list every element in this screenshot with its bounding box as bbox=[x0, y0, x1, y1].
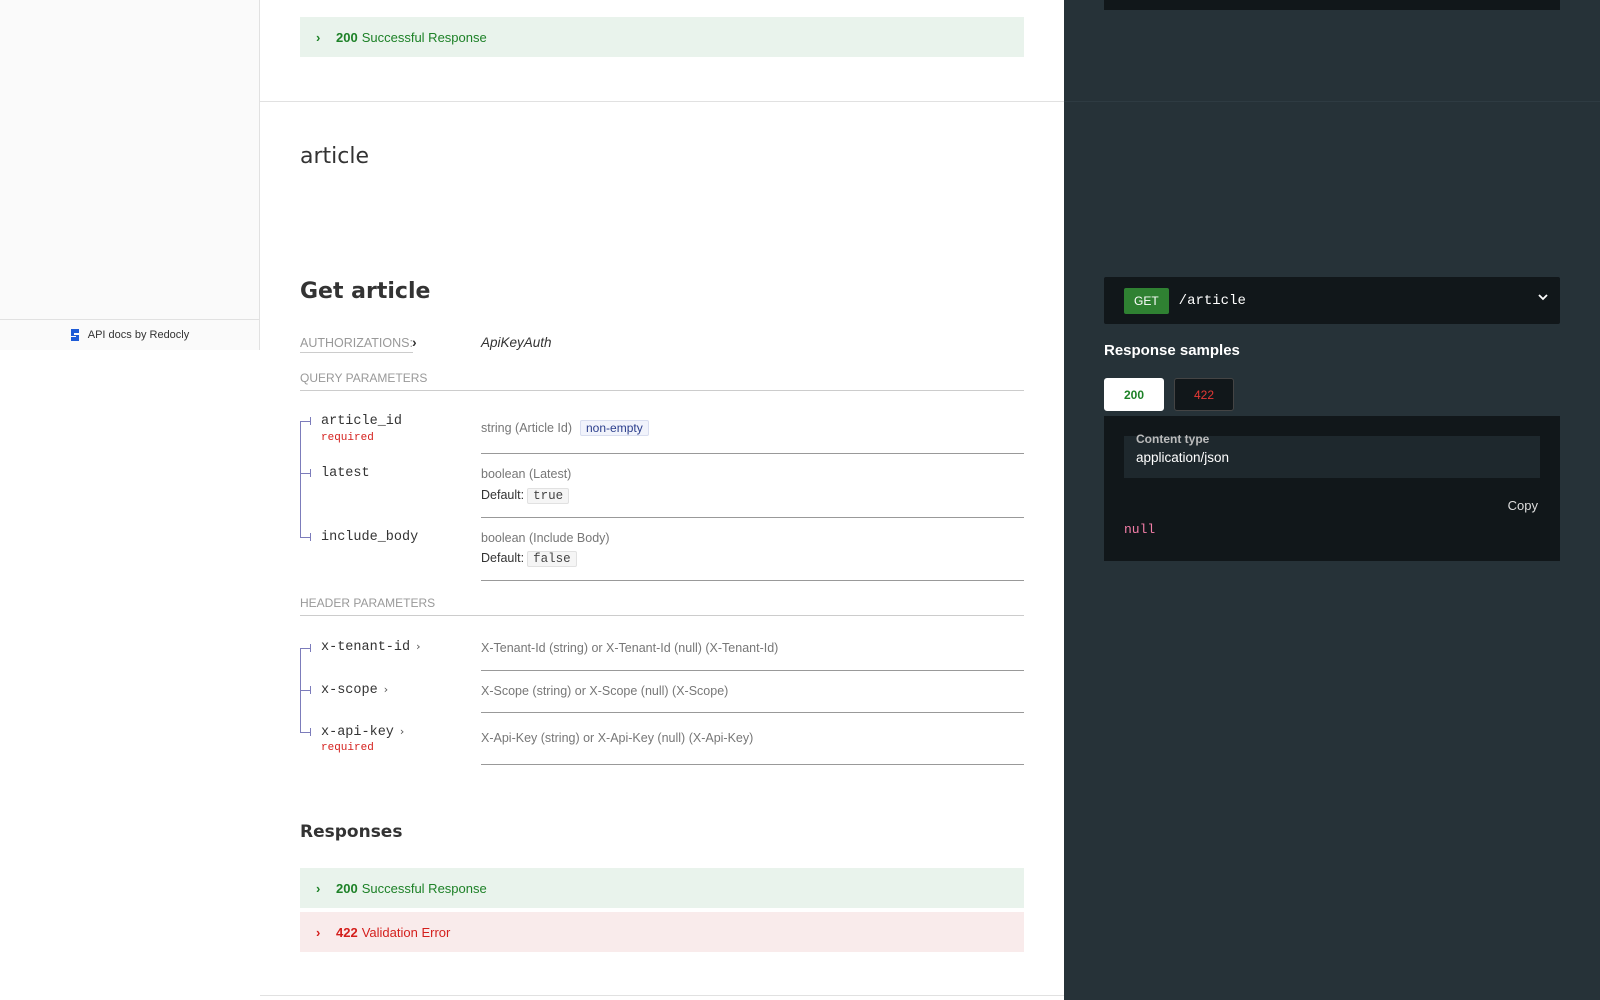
authorizations-toggle[interactable]: Authorizations: bbox=[300, 336, 413, 353]
chevron-right-icon: › bbox=[316, 924, 321, 940]
response-200[interactable]: › 200 Successful Response bbox=[300, 868, 1024, 908]
tree-branch-end bbox=[310, 469, 311, 477]
chevron-right-icon: › bbox=[416, 640, 421, 653]
redocly-credit-text: API docs by Redocly bbox=[87, 329, 190, 341]
param-type: X-Tenant-Id (string) or X-Tenant-Id (nul… bbox=[481, 641, 779, 655]
response-label: Successful Response bbox=[361, 29, 487, 45]
param-type: string (Article Id) non-empty bbox=[481, 420, 649, 436]
content-type-value[interactable]: application/json bbox=[1136, 450, 1229, 465]
row-divider bbox=[481, 517, 1024, 518]
param-type: boolean (Latest) bbox=[481, 467, 572, 481]
content-type-label: Content type bbox=[1136, 432, 1210, 446]
param-type: X-Scope (string) or X-Scope (null) (X-Sc… bbox=[481, 684, 729, 698]
response-200-previous[interactable]: › 200 Successful Response bbox=[300, 17, 1024, 57]
responses-heading: Responses bbox=[300, 822, 403, 842]
param-default: Default: false bbox=[481, 551, 577, 567]
row-divider bbox=[481, 670, 1024, 671]
sample-json-value: null bbox=[1124, 522, 1156, 537]
http-method-badge: GET bbox=[1124, 287, 1169, 314]
row-divider bbox=[481, 453, 1024, 454]
param-required-badge: required bbox=[321, 432, 374, 444]
content-type-selector[interactable]: Content type application/json bbox=[1124, 432, 1540, 478]
tag-title: article bbox=[300, 144, 370, 169]
endpoint-dropdown[interactable]: GET /article bbox=[1104, 277, 1560, 324]
param-type: boolean (Include Body) bbox=[481, 531, 610, 545]
param-type: X-Api-Key (string) or X-Api-Key (null) (… bbox=[481, 731, 754, 745]
panel-divider bbox=[1064, 101, 1600, 102]
response-label: Validation Error bbox=[361, 924, 451, 940]
tree-branch bbox=[300, 473, 310, 474]
sample-tab-422[interactable]: 422 bbox=[1174, 378, 1234, 411]
param-name-latest: latest bbox=[321, 466, 370, 481]
row-divider bbox=[481, 764, 1024, 765]
tree-branch bbox=[300, 732, 310, 733]
chevron-right-icon[interactable]: › bbox=[412, 334, 417, 350]
tree-branch-end bbox=[310, 533, 311, 541]
param-name-text: x-tenant-id bbox=[321, 640, 411, 655]
param-constraint-badge: non-empty bbox=[580, 420, 649, 436]
chevron-right-icon: › bbox=[316, 880, 321, 896]
response-code: 422 bbox=[336, 924, 358, 940]
tree-branch bbox=[300, 537, 310, 538]
section-divider bbox=[260, 101, 1064, 102]
tree-branch-end bbox=[310, 644, 311, 652]
header-parameters-heading: Header Parameters bbox=[300, 596, 1024, 616]
param-name-include-body: include_body bbox=[321, 530, 419, 545]
param-default-value: true bbox=[527, 488, 570, 504]
operation-title: Get article bbox=[300, 279, 431, 304]
response-422[interactable]: › 422 Validation Error bbox=[300, 912, 1024, 952]
tree-branch bbox=[300, 648, 310, 649]
row-divider bbox=[481, 712, 1024, 713]
param-type-text: string (Article Id) bbox=[481, 421, 572, 435]
param-name-text: x-scope bbox=[321, 683, 378, 698]
param-name-x-api-key[interactable]: x-api-key › bbox=[321, 725, 404, 740]
query-parameters-heading: Query Parameters bbox=[300, 371, 1024, 391]
param-default-value: false bbox=[527, 551, 577, 567]
redocly-logo-icon bbox=[70, 329, 79, 341]
param-default-label: Default: bbox=[481, 551, 525, 565]
param-name-text: x-api-key bbox=[321, 725, 394, 740]
auth-scheme: ApiKeyAuth bbox=[481, 335, 552, 350]
tree-branch-end bbox=[310, 686, 311, 694]
chevron-right-icon: › bbox=[383, 683, 389, 696]
chevron-right-icon: › bbox=[316, 29, 321, 45]
param-default-label: Default: bbox=[481, 488, 525, 502]
param-name-x-tenant-id[interactable]: x-tenant-id › bbox=[321, 640, 421, 655]
redocly-credit-link[interactable]: API docs by Redocly bbox=[0, 319, 260, 350]
right-panel: GET /article Response samples 200 422 Co… bbox=[1064, 0, 1600, 1000]
sample-tab-200[interactable]: 200 bbox=[1104, 378, 1164, 411]
tree-branch bbox=[300, 421, 310, 422]
main-content: › 200 Successful Response article Get ar… bbox=[260, 0, 1064, 1000]
response-label: Successful Response bbox=[361, 880, 487, 896]
previous-sample-box bbox=[1104, 0, 1560, 10]
param-required-badge: required bbox=[321, 742, 374, 754]
response-code: 200 bbox=[336, 29, 358, 45]
param-default: Default: true bbox=[481, 488, 570, 504]
sidebar-menu-area bbox=[0, 0, 260, 319]
chevron-right-icon: › bbox=[399, 725, 405, 738]
tree-branch-end bbox=[310, 417, 311, 425]
section-divider bbox=[260, 995, 1064, 996]
param-name-article-id: article_id bbox=[321, 414, 403, 429]
copy-button[interactable]: Copy bbox=[1508, 498, 1538, 513]
param-name-x-scope[interactable]: x-scope › bbox=[321, 683, 388, 698]
row-divider bbox=[481, 580, 1024, 581]
param-tree-line bbox=[300, 421, 301, 537]
response-code: 200 bbox=[336, 880, 358, 896]
tree-branch bbox=[300, 690, 310, 691]
response-samples-heading: Response samples bbox=[1104, 342, 1240, 359]
chevron-down-icon bbox=[1536, 290, 1550, 307]
sidebar: API docs by Redocly bbox=[0, 0, 260, 1000]
tree-branch-end bbox=[310, 728, 311, 736]
endpoint-path: /article bbox=[1178, 292, 1246, 309]
response-sample-box: Content type application/json Copy null bbox=[1104, 416, 1560, 561]
